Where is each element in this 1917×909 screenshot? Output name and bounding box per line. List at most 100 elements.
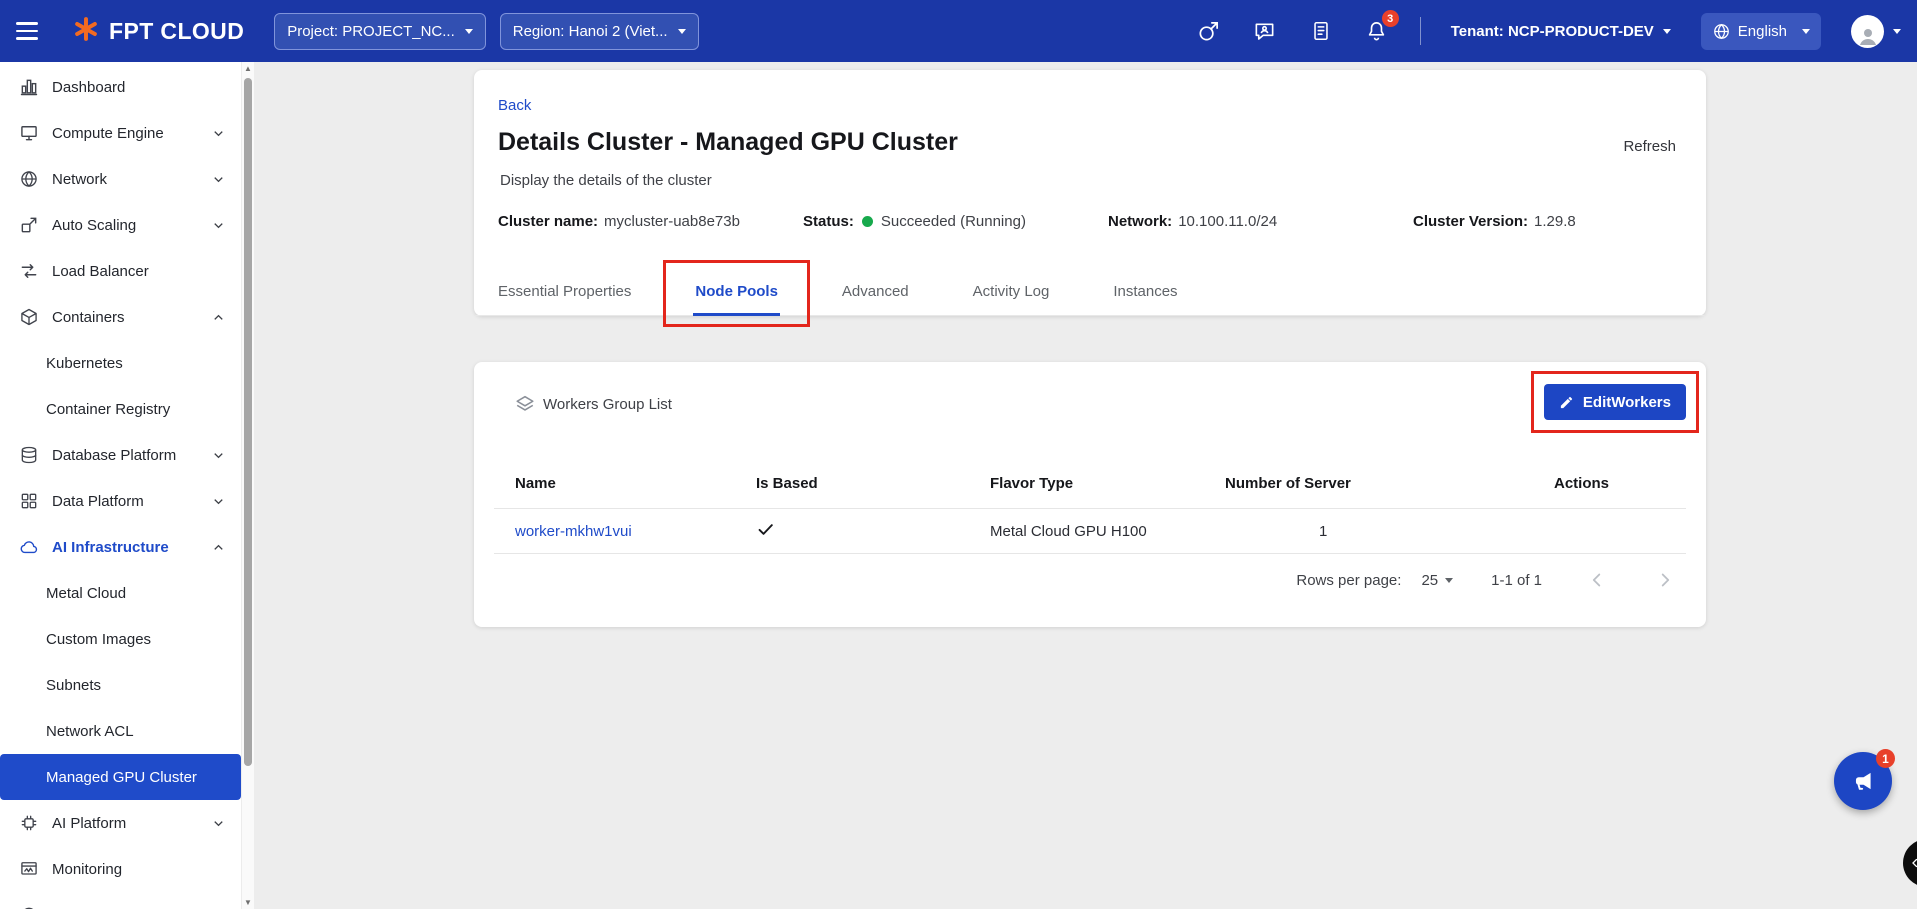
info-value: mycluster-uab8e73b	[604, 213, 740, 230]
sidebar-item-label: Database Platform	[52, 447, 176, 464]
number-of-server-cell: 1	[1225, 523, 1554, 540]
tab-advanced[interactable]: Advanced	[842, 267, 909, 316]
chat-widget-button[interactable]	[1903, 839, 1917, 887]
sidebar-item-managed-gpu-cluster[interactable]: Managed GPU Cluster	[0, 754, 241, 800]
pagination: Rows per page: 25 1-1 of 1	[1296, 558, 1678, 602]
language-label: English	[1738, 23, 1787, 40]
sidebar-item-label: AI Platform	[52, 815, 126, 832]
pagination-range: 1-1 of 1	[1491, 572, 1542, 589]
chevron-down-icon	[211, 816, 226, 831]
top-navbar: FPT CLOUD Project: PROJECT_NC... Region:…	[0, 0, 1917, 62]
sidebar-item-kubernetes[interactable]: Kubernetes	[0, 340, 254, 386]
rows-per-page-select[interactable]: 25	[1421, 572, 1453, 589]
language-selector[interactable]: English	[1701, 13, 1821, 50]
project-selector[interactable]: Project: PROJECT_NC...	[274, 13, 486, 50]
sidebar-item-label: Kubernetes	[46, 355, 123, 372]
tab-instances[interactable]: Instances	[1113, 267, 1177, 316]
sidebar-item-containers[interactable]: Containers	[0, 294, 254, 340]
tab-node-pools[interactable]: Node Pools	[695, 267, 778, 316]
workers-group-header: Workers Group List	[514, 386, 672, 422]
sidebar-item-label: Data Platform	[52, 493, 144, 510]
sidebar-item-auto-scaling[interactable]: Auto Scaling	[0, 202, 254, 248]
rows-per-page-value: 25	[1421, 572, 1438, 589]
next-page-button[interactable]	[1652, 567, 1678, 593]
menu-hamburger-icon[interactable]	[16, 13, 52, 49]
sidebar-item-data-platform[interactable]: Data Platform	[0, 478, 254, 524]
scroll-down-arrow-icon[interactable]: ▼	[242, 898, 254, 907]
navbar-divider	[1420, 17, 1421, 45]
sidebar-scrollbar[interactable]: ▲ ▼	[241, 62, 254, 909]
sidebar-item-ai-platform[interactable]: AI Platform	[0, 800, 254, 846]
sidebar-item-ai-infrastructure[interactable]: AI Infrastructure	[0, 524, 254, 570]
is-based-cell	[756, 520, 990, 543]
sidebar-item-container-registry[interactable]: Container Registry	[0, 386, 254, 432]
announcements-fab-button[interactable]: 1	[1834, 752, 1892, 810]
tab-activity-log[interactable]: Activity Log	[973, 267, 1050, 316]
megaphone-icon	[1850, 768, 1876, 794]
info-label: Cluster Version:	[1413, 213, 1528, 230]
dashboard-icon	[18, 77, 39, 98]
sidebar-item-dashboard[interactable]: Dashboard	[0, 64, 254, 110]
notification-bell-icon[interactable]: 3	[1364, 18, 1390, 44]
sidebar-item-monitoring[interactable]: Monitoring	[0, 846, 254, 892]
column-header-flavor-type: Flavor Type	[990, 475, 1225, 492]
sidebar-item-network[interactable]: Network	[0, 156, 254, 202]
edit-workers-button[interactable]: EditWorkers	[1544, 384, 1686, 420]
tenant-selector-label: Tenant: NCP-PRODUCT-DEV	[1451, 23, 1654, 40]
sidebar-item-label: Network	[52, 171, 107, 188]
account-menu[interactable]	[1851, 15, 1901, 48]
chevron-down-icon	[1802, 29, 1810, 34]
sidebar: Dashboard Compute Engine Network Auto Sc…	[0, 62, 254, 909]
info-value: 10.100.11.0/24	[1178, 213, 1277, 230]
scrollbar-thumb[interactable]	[244, 78, 252, 766]
chevron-down-icon	[678, 29, 686, 34]
workers-group-title: Workers Group List	[543, 396, 672, 413]
edit-workers-label: EditWorkers	[1583, 394, 1671, 411]
survey-clipboard-icon[interactable]	[1308, 18, 1334, 44]
sidebar-item-label: Network ACL	[46, 723, 134, 740]
region-selector[interactable]: Region: Hanoi 2 (Viet...	[500, 13, 699, 50]
notification-badge: 3	[1382, 10, 1399, 27]
previous-page-button[interactable]	[1584, 567, 1610, 593]
main-content: Back Details Cluster - Managed GPU Clust…	[254, 62, 1917, 909]
scroll-up-arrow-icon[interactable]: ▲	[242, 64, 254, 73]
chevron-down-icon	[211, 218, 226, 233]
chevron-down-icon	[211, 172, 226, 187]
chevron-down-icon	[211, 126, 226, 141]
pencil-icon	[1559, 395, 1574, 410]
package-icon	[18, 307, 39, 328]
sidebar-item-label: Compute Engine	[52, 125, 164, 142]
fpt-cloud-logo[interactable]: FPT CLOUD	[72, 15, 244, 48]
sidebar-item-load-balancer[interactable]: Load Balancer	[0, 248, 254, 294]
apps-grid-icon	[18, 491, 39, 512]
info-value: Succeeded (Running)	[881, 213, 1026, 230]
sidebar-item-database-platform[interactable]: Database Platform	[0, 432, 254, 478]
chevron-left-icon	[1908, 856, 1917, 870]
chevron-up-icon	[211, 540, 226, 555]
sidebar-item-subnets[interactable]: Subnets	[0, 662, 254, 708]
avatar	[1851, 15, 1884, 48]
cluster-info-row: Cluster name: mycluster-uab8e73b Status:…	[498, 213, 1718, 230]
sidebar-item-label: Auto Scaling	[52, 217, 136, 234]
sidebar-item-label: Metal Cloud	[46, 585, 126, 602]
tenant-selector[interactable]: Tenant: NCP-PRODUCT-DEV	[1451, 23, 1671, 40]
info-cluster-name: Cluster name: mycluster-uab8e73b	[498, 213, 803, 230]
chevron-down-icon	[465, 29, 473, 34]
worker-name-link[interactable]: worker-mkhw1vui	[515, 523, 756, 540]
sidebar-item-metal-cloud[interactable]: Metal Cloud	[0, 570, 254, 616]
sidebar-item-compute-engine[interactable]: Compute Engine	[0, 110, 254, 156]
chevron-down-icon	[211, 448, 226, 463]
column-header-number-of-server: Number of Server	[1225, 475, 1554, 492]
info-label: Network:	[1108, 213, 1172, 230]
sidebar-item-custom-images[interactable]: Custom Images	[0, 616, 254, 662]
tab-essential-properties[interactable]: Essential Properties	[498, 267, 631, 316]
sidebar-item-label: AI Infrastructure	[52, 539, 169, 556]
refresh-button[interactable]: Refresh	[1623, 138, 1676, 155]
sidebar-item-label: Managed GPU Cluster	[46, 769, 197, 786]
back-link[interactable]: Back	[498, 97, 531, 114]
support-chat-icon[interactable]	[1252, 18, 1278, 44]
sidebar-item-partial[interactable]	[0, 892, 254, 909]
sidebar-item-label: Custom Images	[46, 631, 151, 648]
launch-icon[interactable]	[1196, 18, 1222, 44]
sidebar-item-network-acl[interactable]: Network ACL	[0, 708, 254, 754]
